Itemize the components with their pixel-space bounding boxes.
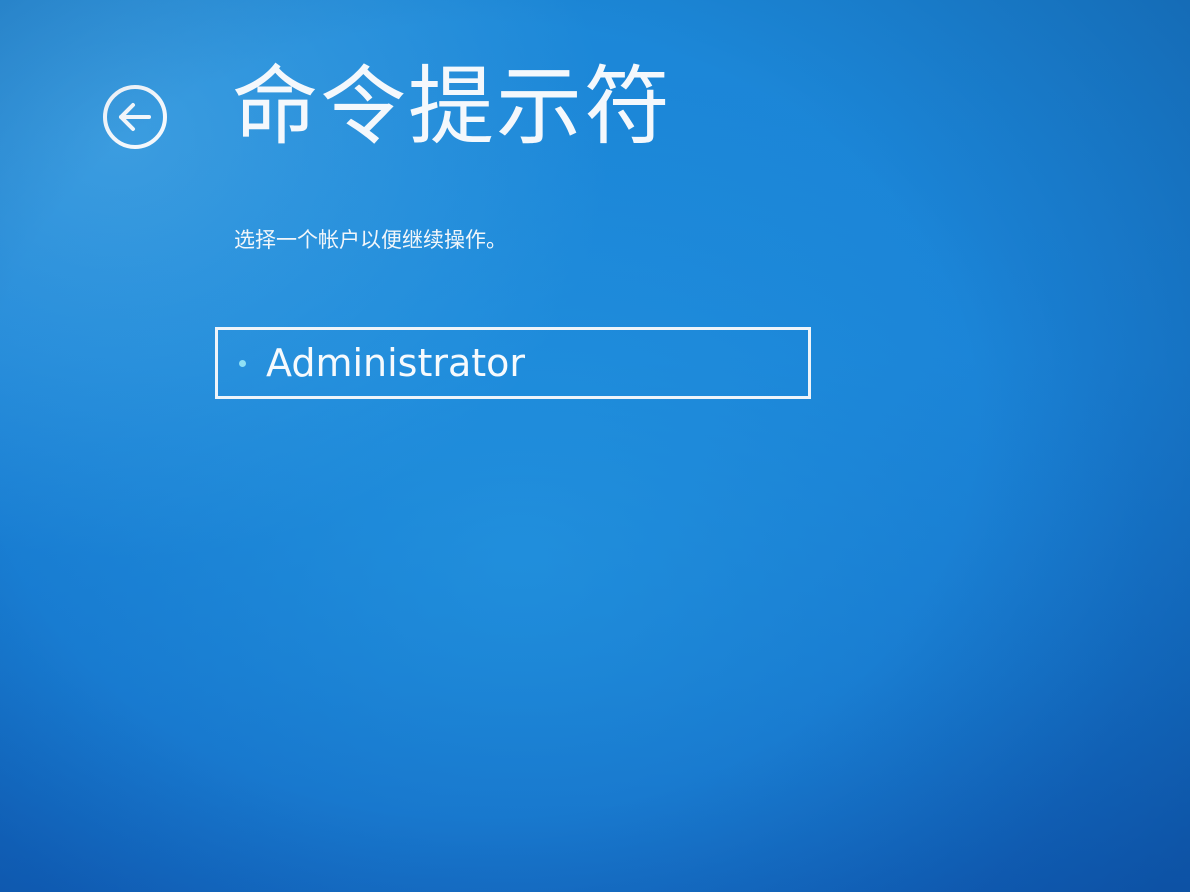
account-label: Administrator [266,341,526,385]
back-arrow-circle-icon [103,85,167,149]
account-item-administrator[interactable]: Administrator [215,327,811,399]
instruction-text: 选择一个帐户以便继续操作。 [234,228,507,252]
back-button[interactable] [102,84,168,150]
page-title: 命令提示符 [232,57,672,157]
bullet-dot-icon [239,359,246,367]
